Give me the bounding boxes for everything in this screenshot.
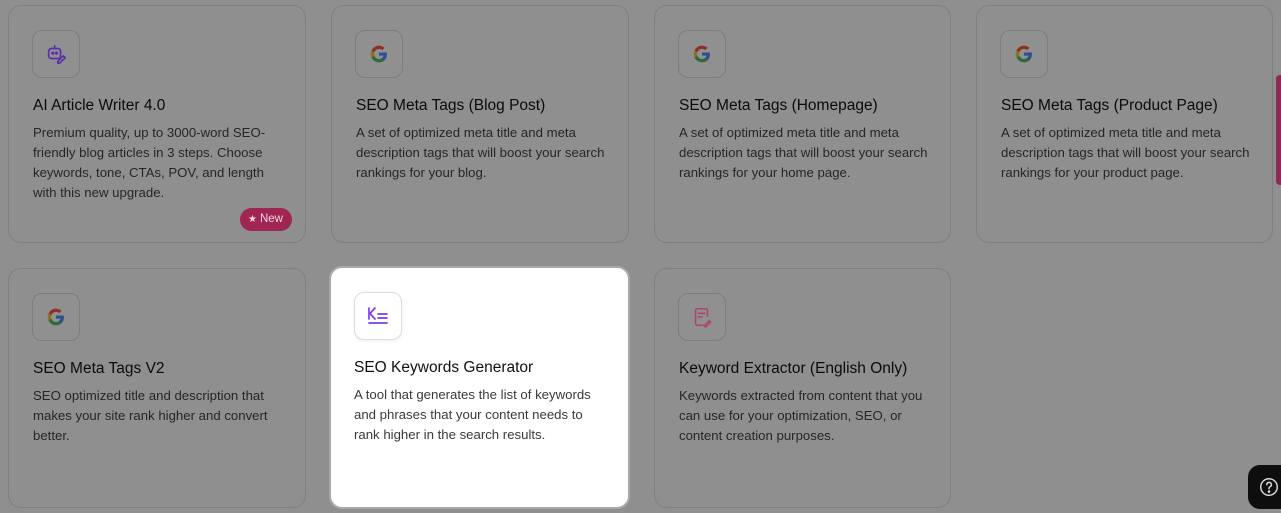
new-badge: ★ New — [240, 208, 292, 231]
card-title: SEO Meta Tags (Homepage) — [679, 97, 878, 114]
tool-card-seo-meta-product[interactable]: SEO Meta Tags (Product Page) A set of op… — [976, 5, 1273, 243]
card-description: A set of optimized meta title and meta d… — [356, 125, 605, 180]
google-icon — [678, 30, 726, 78]
side-panel-tab[interactable] — [1276, 75, 1281, 185]
card-title: Keyword Extractor (English Only) — [679, 360, 908, 377]
google-icon — [1000, 30, 1048, 78]
keyword-list-icon — [354, 292, 402, 340]
card-title: SEO Meta Tags (Product Page) — [1001, 97, 1218, 114]
question-circle-icon — [1260, 478, 1278, 496]
tool-card-seo-keywords-generator[interactable]: SEO Keywords Generator A tool that gener… — [329, 266, 630, 509]
card-description: Keywords extracted from content that you… — [679, 388, 923, 443]
card-title: AI Article Writer 4.0 — [33, 97, 166, 114]
tool-card-ai-article-writer[interactable]: AI Article Writer 4.0 Premium quality, u… — [8, 5, 306, 243]
google-icon — [355, 30, 403, 78]
card-description: Premium quality, up to 3000-word SEO-fri… — [33, 125, 266, 200]
star-icon: ★ — [248, 214, 257, 225]
document-pen-icon — [678, 293, 726, 341]
google-icon — [32, 293, 80, 341]
tool-card-keyword-extractor[interactable]: Keyword Extractor (English Only) Keyword… — [654, 268, 951, 508]
robot-pencil-icon — [32, 30, 80, 78]
card-title: SEO Keywords Generator — [354, 359, 534, 376]
card-description: A tool that generates the list of keywor… — [354, 387, 591, 442]
help-button[interactable] — [1248, 465, 1281, 509]
tool-card-seo-meta-homepage[interactable]: SEO Meta Tags (Homepage) A set of optimi… — [654, 5, 951, 243]
tool-card-seo-meta-blog[interactable]: SEO Meta Tags (Blog Post) A set of optim… — [331, 5, 629, 243]
card-title: SEO Meta Tags (Blog Post) — [356, 97, 546, 114]
card-description: A set of optimized meta title and meta d… — [1001, 125, 1250, 180]
card-description: A set of optimized meta title and meta d… — [679, 125, 928, 180]
badge-label: New — [259, 213, 283, 225]
card-title: SEO Meta Tags V2 — [33, 360, 165, 377]
tool-card-seo-meta-v2[interactable]: SEO Meta Tags V2 SEO optimized title and… — [8, 268, 306, 508]
card-description: SEO optimized title and description that… — [33, 388, 268, 443]
